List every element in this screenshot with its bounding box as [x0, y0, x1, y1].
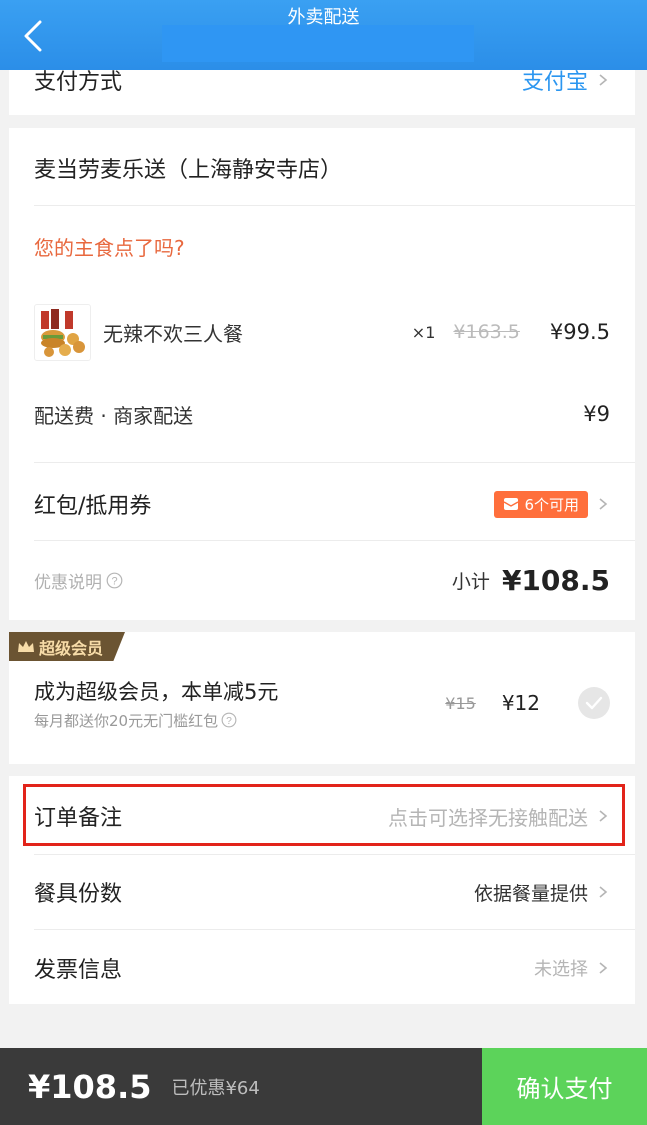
divider	[34, 462, 635, 463]
member-original-price: ¥15	[445, 693, 476, 713]
subtotal-row: 优惠说明 ? 小计 ¥108.5	[34, 560, 610, 600]
divider	[34, 929, 635, 930]
question-icon: ?	[106, 572, 123, 588]
item-price: ¥99.5	[549, 320, 610, 344]
item-original-price: ¥163.5	[453, 321, 520, 343]
svg-text:?: ?	[226, 716, 232, 727]
check-icon	[585, 696, 603, 710]
super-member-tag-text: 超级会员	[39, 638, 104, 658]
order-item-row: 无辣不欢三人餐 ×1 ¥163.5 ¥99.5	[34, 302, 610, 362]
divider	[34, 540, 635, 541]
super-member-tag: 超级会员	[9, 632, 125, 661]
checkout-bar: ¥108.5 已优惠¥64 确认支付	[0, 1048, 647, 1125]
chevron-right-icon	[599, 74, 608, 86]
crown-icon	[18, 640, 34, 652]
member-select-checkbox[interactable]	[578, 687, 610, 719]
subtotal-label: 小计	[451, 570, 490, 593]
member-offer-title: 成为超级会员，本单减5元	[34, 679, 279, 704]
coupon-label: 红包/抵用券	[34, 494, 152, 519]
coupon-row[interactable]: 红包/抵用券 6个可用	[34, 484, 610, 524]
food-image	[34, 303, 91, 361]
saved-amount: 已优惠¥64	[171, 1077, 260, 1099]
checkout-summary: ¥108.5 已优惠¥64	[0, 1048, 482, 1125]
meal-icon	[41, 308, 85, 357]
invoice-label: 发票信息	[34, 958, 123, 983]
invoice-value: 未选择	[534, 959, 588, 980]
chevron-right-icon	[599, 886, 608, 898]
divider	[34, 205, 635, 206]
item-name: 无辣不欢三人餐	[103, 321, 243, 346]
highlight-annotation	[23, 784, 625, 846]
confirm-payment-button[interactable]: 确认支付	[482, 1048, 647, 1125]
main-food-prompt[interactable]: 您的主食点了吗?	[34, 232, 185, 261]
divider	[34, 854, 635, 855]
order-card: 麦当劳麦乐送（上海静安寺店） 您的主食点了吗? 无辣不欢三人餐 ×1 ¥163.…	[9, 128, 635, 620]
delivery-fee-value: ¥9	[583, 402, 610, 426]
question-icon[interactable]: ?	[221, 712, 237, 728]
item-quantity: ×1	[411, 322, 436, 342]
invoice-row[interactable]: 发票信息 未选择	[34, 948, 610, 988]
order-options-card: 订单备注 点击可选择无接触配送 餐具份数 依据餐量提供 发票信息 未选择	[9, 776, 635, 1004]
member-offer-subtitle: 每月都送你20元无门槛红包	[34, 711, 219, 730]
chevron-right-icon	[599, 498, 608, 510]
delivery-fee-row: 配送费 · 商家配送 ¥9	[34, 396, 610, 432]
super-member-card[interactable]: 超级会员 成为超级会员，本单减5元 每月都送你20元无门槛红包 ? ¥15 ¥1…	[9, 632, 635, 764]
member-price: ¥12	[501, 691, 540, 715]
utensils-value: 依据餐量提供	[473, 882, 588, 905]
chevron-right-icon	[599, 962, 608, 974]
discount-info-label: 优惠说明	[34, 572, 102, 593]
top-bar: 外卖配送	[0, 0, 647, 70]
address-bar-redacted	[162, 25, 474, 62]
delivery-fee-label: 配送费 · 商家配送	[34, 403, 194, 428]
red-packet-icon	[504, 498, 519, 510]
utensils-row[interactable]: 餐具份数 依据餐量提供	[34, 872, 610, 912]
coupon-badge[interactable]: 6个可用	[494, 490, 588, 518]
store-name[interactable]: 麦当劳麦乐送（上海静安寺店）	[34, 152, 342, 184]
subtotal-value: ¥108.5	[501, 563, 610, 597]
total-price: ¥108.5	[28, 1067, 152, 1106]
discount-info[interactable]: 优惠说明 ?	[34, 568, 123, 593]
svg-text:?: ?	[111, 575, 117, 587]
utensils-label: 餐具份数	[34, 882, 123, 907]
coupon-badge-text: 6个可用	[524, 495, 579, 514]
